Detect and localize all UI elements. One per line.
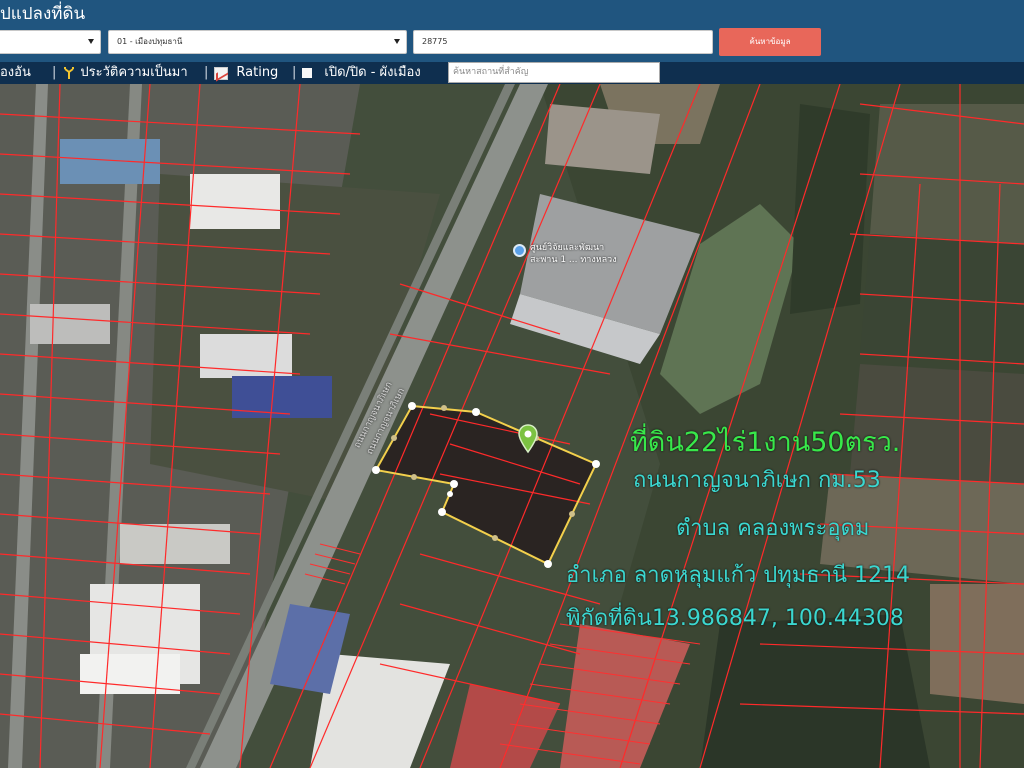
chevron-down-icon (88, 39, 94, 44)
toolbar-item-history[interactable]: | ประวัติความเป็นมา (52, 62, 188, 84)
land-map-app: ปแปลงที่ดิน 01 - เมืองปทุมธานี 28775 ค้น… (0, 0, 1024, 768)
poi-label-line1: ศูนย์วิจัยและพัฒนา (530, 243, 605, 253)
poi-marker-icon[interactable] (513, 244, 526, 257)
checkbox-icon[interactable] (302, 68, 313, 78)
chart-icon (214, 66, 229, 80)
toggle-layer-label: เปิด/ปิด - ผังเมือง (324, 65, 421, 80)
separator: | (204, 65, 209, 80)
district-select-value: 01 - เมืองปทุมธานี (117, 37, 183, 46)
poi-label-line2: สะพาน 1 ... ทางหลวง (530, 255, 617, 265)
page-title: ปแปลงที่ดิน (0, 4, 86, 24)
district-select[interactable]: 01 - เมืองปทุมธานี (108, 30, 407, 54)
toolbar-item-rating[interactable]: | Rating (204, 62, 278, 84)
chevron-down-icon (394, 39, 400, 44)
toolbar-item-first[interactable]: องอัน (0, 62, 31, 84)
place-search-input[interactable]: ค้นหาสถานที่สำคัญ (448, 62, 660, 83)
toolbar-item-first-label: องอัน (0, 65, 31, 80)
separator: | (52, 65, 57, 80)
parcel-number-input[interactable]: 28775 (413, 30, 713, 54)
map-view[interactable]: ศูนย์วิจัยและพัฒนา สะพาน 1 ... ทางหลวง ถ… (0, 84, 1024, 768)
rating-label: Rating (236, 65, 279, 80)
separator: | (292, 65, 297, 80)
tree-icon (64, 67, 75, 79)
history-label: ประวัติความเป็นมา (80, 65, 188, 80)
toolbar-item-toggle-layer[interactable]: | เปิด/ปิด - ผังเมือง (292, 62, 421, 84)
province-select[interactable] (0, 30, 101, 54)
poi-label: ศูนย์วิจัยและพัฒนา สะพาน 1 ... ทางหลวง (530, 242, 617, 266)
location-pin-icon[interactable] (518, 424, 538, 454)
satellite-map (0, 84, 1024, 768)
search-button[interactable]: ค้นหาข้อมูล (719, 28, 821, 56)
header-bar: ปแปลงที่ดิน 01 - เมืองปทุมธานี 28775 ค้น… (0, 0, 1024, 62)
